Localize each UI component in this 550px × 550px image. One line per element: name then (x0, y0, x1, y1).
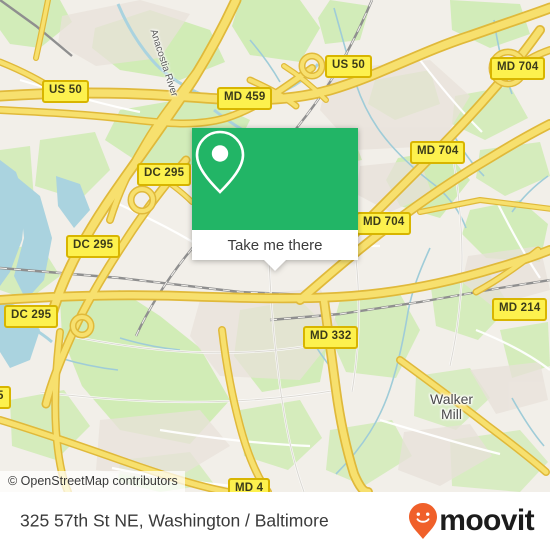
callout-icon-area (192, 128, 358, 230)
road-shield-md-459: MD 459 (217, 87, 273, 110)
road-shield-md-704-south: MD 704 (356, 212, 412, 235)
road-shield-md-704-north: MD 704 (490, 57, 546, 80)
place-label-walker-mill: Walker Mill (430, 391, 474, 422)
road-shield-md-214: MD 214 (492, 298, 548, 321)
map-attribution[interactable]: © OpenStreetMap contributors (0, 471, 185, 492)
address-title: 325 57th St NE, Washington / Baltimore (20, 510, 329, 531)
road-shield-md-332: MD 332 (303, 326, 359, 349)
road-shield-md-4: MD 4 (228, 478, 271, 492)
road-shield-5-edge: 5 (0, 386, 11, 409)
callout-label[interactable]: Take me there (192, 230, 358, 260)
road-shield-dc-295-north: DC 295 (137, 163, 192, 186)
footer-bar: 325 57th St NE, Washington / Baltimore m… (0, 492, 550, 550)
take-me-there-callout[interactable]: Take me there (192, 128, 358, 271)
road-shield-us-50-east: US 50 (325, 55, 372, 78)
moovit-logo[interactable]: moovit (408, 502, 535, 540)
callout-tail (264, 260, 286, 271)
road-shield-dc-295-mid: DC 295 (66, 235, 121, 258)
map-canvas[interactable]: Anacostia River US 50 MD 459 US 50 MD 70… (0, 0, 550, 492)
moovit-pin-smiley-icon (409, 503, 438, 539)
moovit-wordmark: moovit (439, 504, 534, 537)
moovit-map-screenshot: Anacostia River US 50 MD 459 US 50 MD 70… (0, 0, 550, 550)
road-shield-dc-295-south: DC 295 (4, 305, 59, 328)
road-shield-md-704-mid: MD 704 (410, 141, 466, 164)
road-shield-us-50-west: US 50 (42, 80, 89, 103)
map-pin-icon (195, 130, 245, 194)
